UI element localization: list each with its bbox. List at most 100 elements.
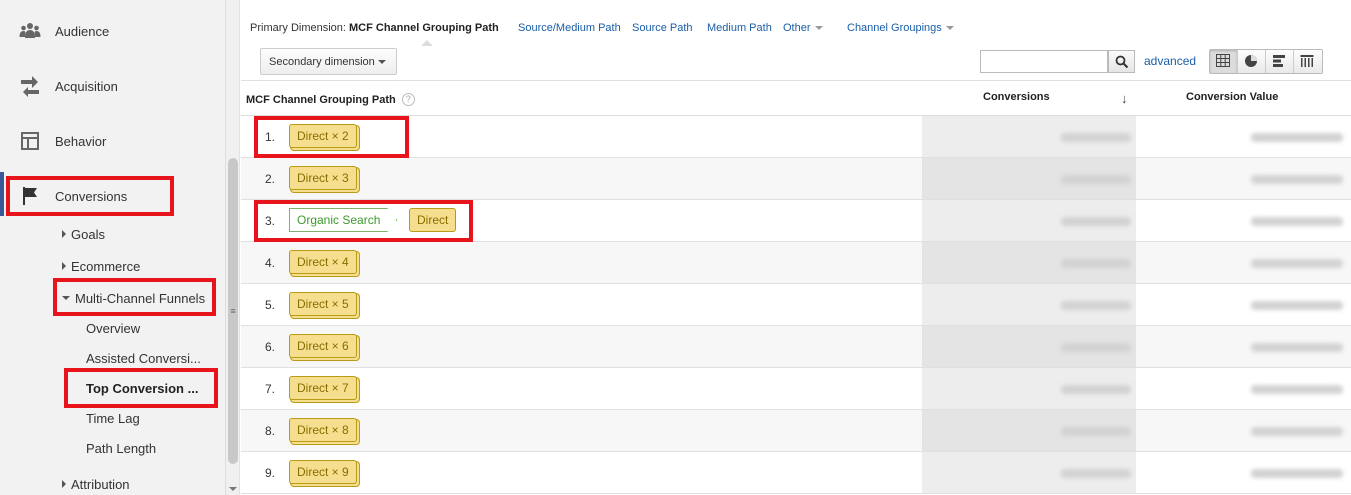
nav-assisted-conversions[interactable]: Assisted Conversi...: [86, 347, 201, 369]
view-switcher: [1209, 49, 1323, 74]
dim-link-medium-path[interactable]: Medium Path: [707, 22, 772, 34]
sort-desc-icon[interactable]: ↓: [1121, 91, 1128, 106]
dimension-pointer: [421, 40, 433, 46]
nav-top-conversion-paths[interactable]: Top Conversion ...: [86, 377, 198, 399]
dim-link-other[interactable]: Other: [783, 22, 823, 34]
redacted-conversion-value: [1251, 259, 1343, 268]
channel-chip-direct: Direct × 7: [289, 376, 357, 400]
people-icon: [19, 23, 41, 38]
view-table-button[interactable]: [1210, 50, 1238, 73]
nav-behavior[interactable]: Behavior: [0, 114, 226, 168]
grip-icon: ≡: [230, 306, 236, 316]
nav-audience-label: Audience: [55, 23, 110, 39]
channel-chip-organic: Organic Search: [289, 208, 397, 232]
nav-conversions-label: Conversions: [55, 188, 128, 204]
table-row[interactable]: 5. Direct × 5: [241, 284, 1351, 326]
row-number: 6.: [265, 340, 276, 354]
redacted-conversions: [1061, 259, 1131, 268]
chevron-down-icon: [814, 26, 823, 31]
triangle-right-icon: [62, 230, 66, 238]
redacted-conversion-value: [1251, 427, 1343, 436]
search-button[interactable]: [1108, 50, 1135, 73]
table-row[interactable]: 7. Direct × 7: [241, 368, 1351, 410]
redacted-conversions: [1061, 385, 1131, 394]
pivot-icon: [1300, 55, 1314, 67]
primary-dimension-current: MCF Channel Grouping Path: [349, 22, 499, 34]
advanced-filter-link[interactable]: advanced: [1144, 54, 1196, 68]
column-header-path[interactable]: MCF Channel Grouping Path?: [246, 93, 415, 106]
redacted-conversion-value: [1251, 175, 1343, 184]
nav-goals[interactable]: Goals: [62, 223, 105, 245]
row-number: 5.: [265, 298, 276, 312]
help-icon[interactable]: ?: [401, 93, 415, 106]
table-header: MCF Channel Grouping Path? Conversions ↓…: [241, 80, 1351, 116]
column-header-conversion-value[interactable]: Conversion Value: [1186, 91, 1278, 103]
pie-icon: [1245, 55, 1257, 67]
redacted-conversion-value: [1251, 217, 1343, 226]
sidebar-scrollbar[interactable]: ≡: [226, 0, 240, 495]
table-row[interactable]: 1. Direct × 2: [241, 116, 1351, 158]
nav-multi-channel-funnels[interactable]: Multi-Channel Funnels: [62, 287, 205, 309]
nav-goals-label: Goals: [71, 226, 105, 242]
redacted-conversions: [1061, 175, 1131, 184]
chevron-down-icon: [945, 26, 954, 31]
channel-chip-direct: Direct × 4: [289, 250, 357, 274]
view-pie-button[interactable]: [1238, 50, 1266, 73]
grid-icon: [1216, 54, 1230, 67]
table-row[interactable]: 6. Direct × 6: [241, 326, 1351, 368]
redacted-conversions: [1061, 301, 1131, 310]
dim-link-source-medium-path[interactable]: Source/Medium Path: [518, 22, 621, 34]
table-row[interactable]: 9. Direct × 9: [241, 452, 1351, 494]
nav-overview[interactable]: Overview: [86, 317, 140, 339]
search-icon: [1115, 55, 1129, 69]
nav-acquisition[interactable]: Acquisition: [0, 59, 226, 113]
row-number: 7.: [265, 382, 276, 396]
secondary-dimension-button[interactable]: Secondary dimension: [260, 48, 397, 75]
scroll-down-icon[interactable]: [229, 487, 237, 491]
table-row[interactable]: 3. Organic Search Direct: [241, 200, 1351, 242]
row-number: 9.: [265, 466, 276, 480]
dim-link-channel-groupings[interactable]: Channel Groupings: [847, 22, 954, 34]
channel-chip-direct: Direct × 3: [289, 166, 357, 190]
table-row[interactable]: 2. Direct × 3: [241, 158, 1351, 200]
redacted-conversion-value: [1251, 133, 1343, 142]
nav-time-lag[interactable]: Time Lag: [86, 407, 140, 429]
nav-ecommerce[interactable]: Ecommerce: [62, 255, 140, 277]
nav-attribution-label: Attribution: [71, 476, 130, 492]
arrows-icon: [21, 76, 39, 97]
row-number: 3.: [265, 214, 276, 228]
dim-link-source-path[interactable]: Source Path: [632, 22, 693, 34]
redacted-conversions: [1061, 427, 1131, 436]
row-number: 8.: [265, 424, 276, 438]
table-row[interactable]: 8. Direct × 8: [241, 410, 1351, 452]
channel-chip-direct: Direct × 8: [289, 418, 357, 442]
nav-audience[interactable]: Audience: [0, 4, 226, 58]
row-number: 4.: [265, 256, 276, 270]
chevron-down-icon: [378, 60, 386, 64]
dim-link-other-label: Other: [783, 22, 811, 34]
nav-ecommerce-label: Ecommerce: [71, 258, 141, 274]
channel-chip-direct: Direct × 9: [289, 460, 357, 484]
view-bar-button[interactable]: [1266, 50, 1294, 73]
channel-chip-direct: Direct × 6: [289, 334, 357, 358]
nav-mcf-label: Multi-Channel Funnels: [75, 290, 206, 306]
redacted-conversions: [1061, 217, 1131, 226]
column-header-conversions[interactable]: Conversions: [983, 91, 1050, 103]
view-pivot-button[interactable]: [1294, 50, 1322, 73]
bar-chart-icon: [1273, 55, 1285, 67]
dim-link-channel-groupings-label: Channel Groupings: [847, 22, 942, 34]
triangle-right-icon: [62, 262, 66, 270]
secondary-dimension-label: Secondary dimension: [269, 55, 375, 68]
main-content: Primary Dimension: MCF Channel Grouping …: [241, 0, 1351, 495]
layout-icon: [21, 132, 39, 150]
redacted-conversions: [1061, 469, 1131, 478]
nav-attribution[interactable]: Attribution: [62, 473, 130, 495]
nav-conversions[interactable]: Conversions: [0, 169, 226, 223]
nav-path-length[interactable]: Path Length: [86, 437, 156, 459]
triangle-right-icon: [62, 480, 66, 488]
table-row[interactable]: 4. Direct × 4: [241, 242, 1351, 284]
redacted-conversion-value: [1251, 469, 1343, 478]
table-search-input[interactable]: [980, 50, 1108, 73]
nav-acquisition-label: Acquisition: [55, 78, 118, 94]
row-number: 2.: [265, 172, 276, 186]
